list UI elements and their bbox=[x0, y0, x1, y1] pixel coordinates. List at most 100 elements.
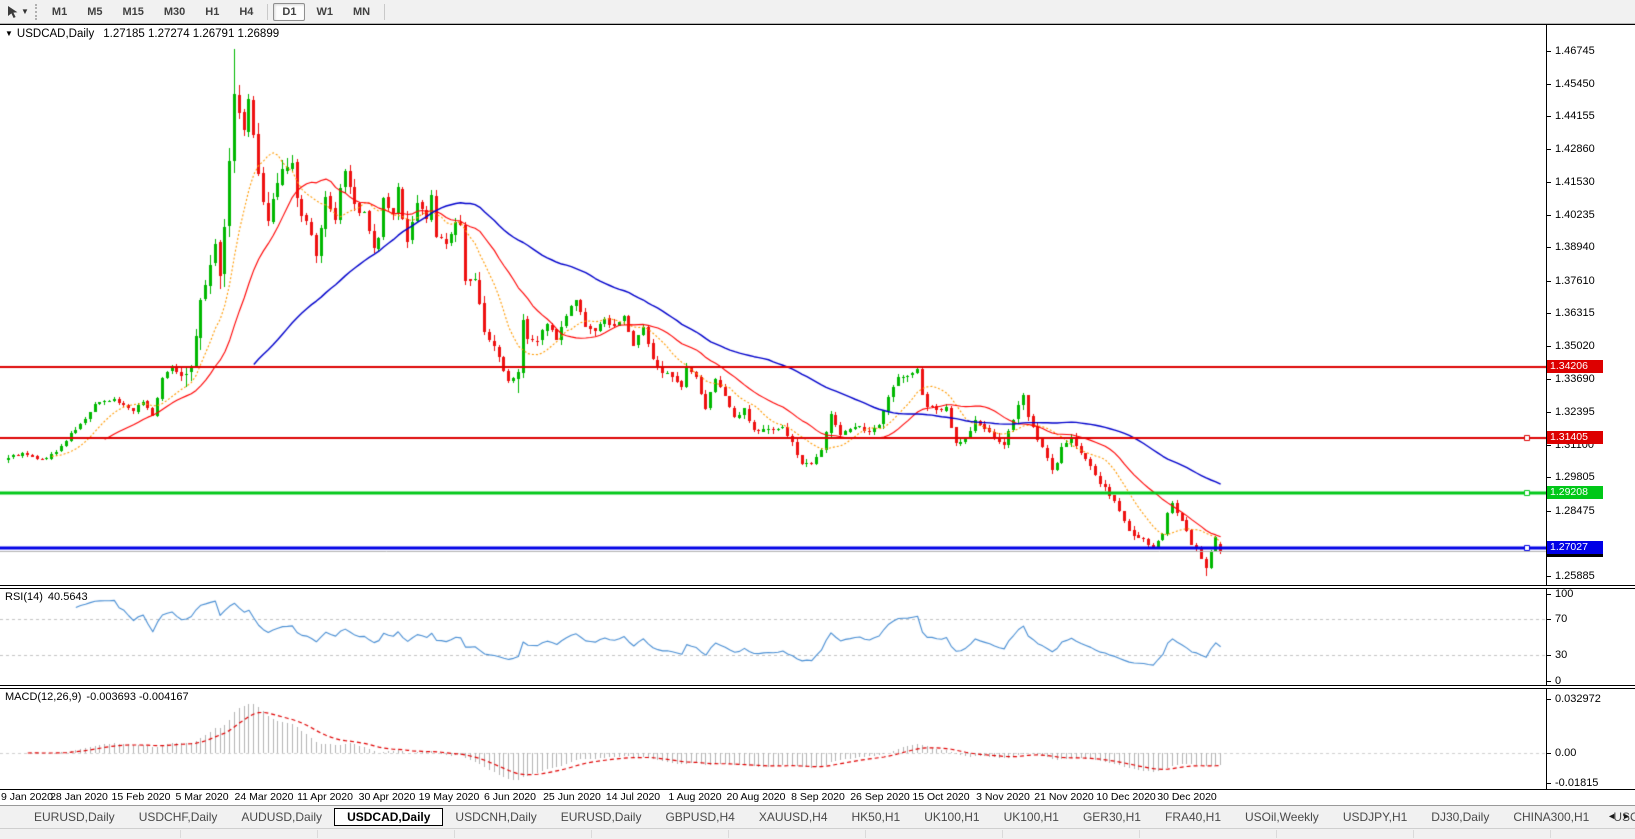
price-axis: 1.46745 1.45450 1.44155 1.42860 1.41530 1.402… bbox=[1546, 25, 1635, 585]
tab-xauusd-h4[interactable]: XAUUSD,H4 bbox=[747, 808, 840, 826]
status-bar-divider bbox=[1139, 830, 1140, 838]
date-axis-label: 25 Jun 2020 bbox=[543, 791, 601, 803]
rsi-value: 40.5643 bbox=[47, 591, 88, 603]
date-axis-label: 3 Nov 2020 bbox=[976, 791, 1030, 803]
macd-axis-tick: 0.032972 bbox=[1547, 693, 1601, 705]
date-axis-label: 11 Apr 2020 bbox=[297, 791, 353, 803]
rsi-panel: RSI(14) 40.5643 100 70 30 0 bbox=[0, 588, 1635, 687]
price-axis-tick: 1.37610 bbox=[1547, 275, 1595, 287]
date-axis-label: 1 Aug 2020 bbox=[668, 791, 722, 803]
date-axis-label: 8 Sep 2020 bbox=[791, 791, 845, 803]
timeframe-button-h4[interactable]: H4 bbox=[230, 3, 262, 21]
price-line-label[interactable]: 1.27027 bbox=[1547, 541, 1603, 554]
tab-uk100-h1[interactable]: UK100,H1 bbox=[992, 808, 1071, 826]
timeframe-button-m5[interactable]: M5 bbox=[78, 3, 111, 21]
status-bar-divider bbox=[180, 830, 181, 838]
macd-axis: 0.032972 0.00 -0.01815 bbox=[1546, 689, 1635, 789]
tab-scroll-right-icon[interactable]: ► bbox=[1622, 811, 1631, 821]
tab-eurusd-daily[interactable]: EURUSD,Daily bbox=[22, 808, 127, 826]
price-axis-tick: 1.38940 bbox=[1547, 241, 1595, 253]
main-chart-panel: ▼ USDCAD,Daily 1.27185 1.27274 1.26791 1.2… bbox=[0, 25, 1635, 586]
tab-usoil-weekly[interactable]: USOil,Weekly bbox=[1233, 808, 1331, 826]
date-axis-label: 21 Nov 2020 bbox=[1034, 791, 1094, 803]
timeframe-button-w1[interactable]: W1 bbox=[307, 3, 342, 21]
timeframe-button-m30[interactable]: M30 bbox=[155, 3, 194, 21]
timeframe-button-m1[interactable]: M1 bbox=[43, 3, 76, 21]
tab-dj30-daily[interactable]: DJ30,Daily bbox=[1419, 808, 1501, 826]
status-bar-divider bbox=[1413, 830, 1414, 838]
status-bar-divider bbox=[317, 830, 318, 838]
tab-usdjpy-h1[interactable]: USDJPY,H1 bbox=[1331, 808, 1419, 826]
rsi-canvas[interactable] bbox=[0, 589, 1546, 685]
rsi-axis-tick: 0 bbox=[1546, 675, 1562, 687]
rsi-axis-tick: 70 bbox=[1546, 613, 1568, 625]
macd-axis-tick: 0.00 bbox=[1546, 747, 1577, 759]
price-axis-tick: 1.46745 bbox=[1547, 45, 1595, 57]
main-chart-canvas[interactable] bbox=[0, 25, 1546, 585]
status-bar-divider bbox=[1002, 830, 1003, 838]
price-axis-tick: 1.32395 bbox=[1547, 406, 1595, 418]
tab-scroll-left-icon[interactable]: ◄ bbox=[1607, 811, 1616, 821]
timeframe-button-d1[interactable]: D1 bbox=[273, 2, 306, 21]
date-axis-label: 24 Mar 2020 bbox=[234, 791, 294, 803]
status-bar-divider bbox=[865, 830, 866, 838]
date-axis-label: 15 Oct 2020 bbox=[912, 791, 970, 803]
date-axis-label: 10 Dec 2020 bbox=[1096, 791, 1156, 803]
chart-ohlc-values: 1.27185 1.27274 1.26791 1.26899 bbox=[103, 28, 280, 40]
price-axis-tick: 1.35020 bbox=[1547, 340, 1595, 352]
tab-usdcnh-daily[interactable]: USDCNH,Daily bbox=[443, 808, 548, 826]
rsi-axis-tick: 100 bbox=[1546, 588, 1574, 600]
collapse-icon[interactable]: ▼ bbox=[5, 29, 13, 38]
toolbar-grip[interactable] bbox=[34, 3, 37, 20]
price-line-label[interactable]: 1.29208 bbox=[1547, 486, 1603, 499]
timeframe-toolbar: ▼ M1 M5 M15 M30 H1 H4 D1 W1 MN bbox=[0, 0, 1635, 24]
timeframe-button-m15[interactable]: M15 bbox=[113, 3, 152, 21]
tab-eurusd-daily[interactable]: EURUSD,Daily bbox=[549, 808, 654, 826]
tab-hk50-h1[interactable]: HK50,H1 bbox=[840, 808, 913, 826]
date-axis-label: 26 Sep 2020 bbox=[850, 791, 910, 803]
status-bar-divider bbox=[454, 830, 455, 838]
dropdown-caret-icon[interactable]: ▼ bbox=[21, 7, 29, 16]
tab-usdchf-daily[interactable]: USDCHF,Daily bbox=[127, 808, 230, 826]
price-line-label[interactable]: 1.31405 bbox=[1547, 431, 1603, 444]
date-axis-label: 15 Feb 2020 bbox=[111, 791, 171, 803]
chart-window: ▼ USDCAD,Daily 1.27185 1.27274 1.26791 1.2… bbox=[0, 24, 1635, 805]
tab-china300-h1[interactable]: CHINA300,H1 bbox=[1501, 808, 1601, 826]
rsi-label: RSI(14) 40.5643 bbox=[5, 591, 88, 603]
rsi-axis-tick: 30 bbox=[1546, 649, 1568, 661]
tab-uk100-h1[interactable]: UK100,H1 bbox=[912, 808, 991, 826]
status-bar bbox=[0, 828, 1635, 839]
macd-canvas[interactable] bbox=[0, 689, 1546, 789]
price-axis-tick: 1.33690 bbox=[1547, 373, 1595, 385]
price-line-label[interactable]: 1.34206 bbox=[1547, 360, 1603, 373]
macd-label: MACD(12,26,9) -0.003693 -0.004167 bbox=[5, 691, 189, 703]
price-axis-tick: 1.44155 bbox=[1547, 110, 1595, 122]
price-axis-tick: 1.29805 bbox=[1547, 471, 1595, 483]
status-bar-divider bbox=[1550, 830, 1551, 838]
status-bar-divider bbox=[728, 830, 729, 838]
date-axis-label: 30 Dec 2020 bbox=[1157, 791, 1217, 803]
tab-scroll-arrows: ◄ ► bbox=[1601, 811, 1631, 821]
date-axis-label: 30 Apr 2020 bbox=[358, 791, 416, 803]
price-axis-tick: 1.28475 bbox=[1547, 505, 1595, 517]
tab-gbpusd-h4[interactable]: GBPUSD,H4 bbox=[653, 808, 746, 826]
timeframe-button-h1[interactable]: H1 bbox=[196, 3, 228, 21]
mt4-window: ▼ M1 M5 M15 M30 H1 H4 D1 W1 MN ▼ USDCAD,Daily 1.27… bbox=[0, 0, 1635, 839]
cursor-tool-icon[interactable] bbox=[3, 4, 21, 20]
tab-ger30-h1[interactable]: GER30,H1 bbox=[1071, 808, 1153, 826]
date-axis-label: 14 Jul 2020 bbox=[605, 791, 661, 803]
timeframe-button-mn[interactable]: MN bbox=[344, 3, 379, 21]
date-axis-label: 5 Mar 2020 bbox=[175, 791, 229, 803]
toolbar-separator bbox=[267, 3, 269, 20]
tab-fra40-h1[interactable]: FRA40,H1 bbox=[1153, 808, 1233, 826]
price-axis-tick: 1.40235 bbox=[1547, 209, 1595, 221]
date-axis-label: 20 Aug 2020 bbox=[726, 791, 786, 803]
chart-title: ▼ USDCAD,Daily 1.27185 1.27274 1.26791 1.2… bbox=[5, 28, 279, 40]
date-axis-label: 9 Jan 2020 bbox=[1, 791, 53, 803]
toolbar-separator bbox=[384, 3, 386, 20]
tab-usdcad-daily[interactable]: USDCAD,Daily bbox=[334, 808, 444, 826]
macd-axis-tick: -0.01815 bbox=[1546, 777, 1599, 789]
tab-audusd-daily[interactable]: AUDUSD,Daily bbox=[229, 808, 334, 826]
date-axis-label: 6 Jun 2020 bbox=[484, 791, 536, 803]
date-axis-label: 19 May 2020 bbox=[418, 791, 480, 803]
